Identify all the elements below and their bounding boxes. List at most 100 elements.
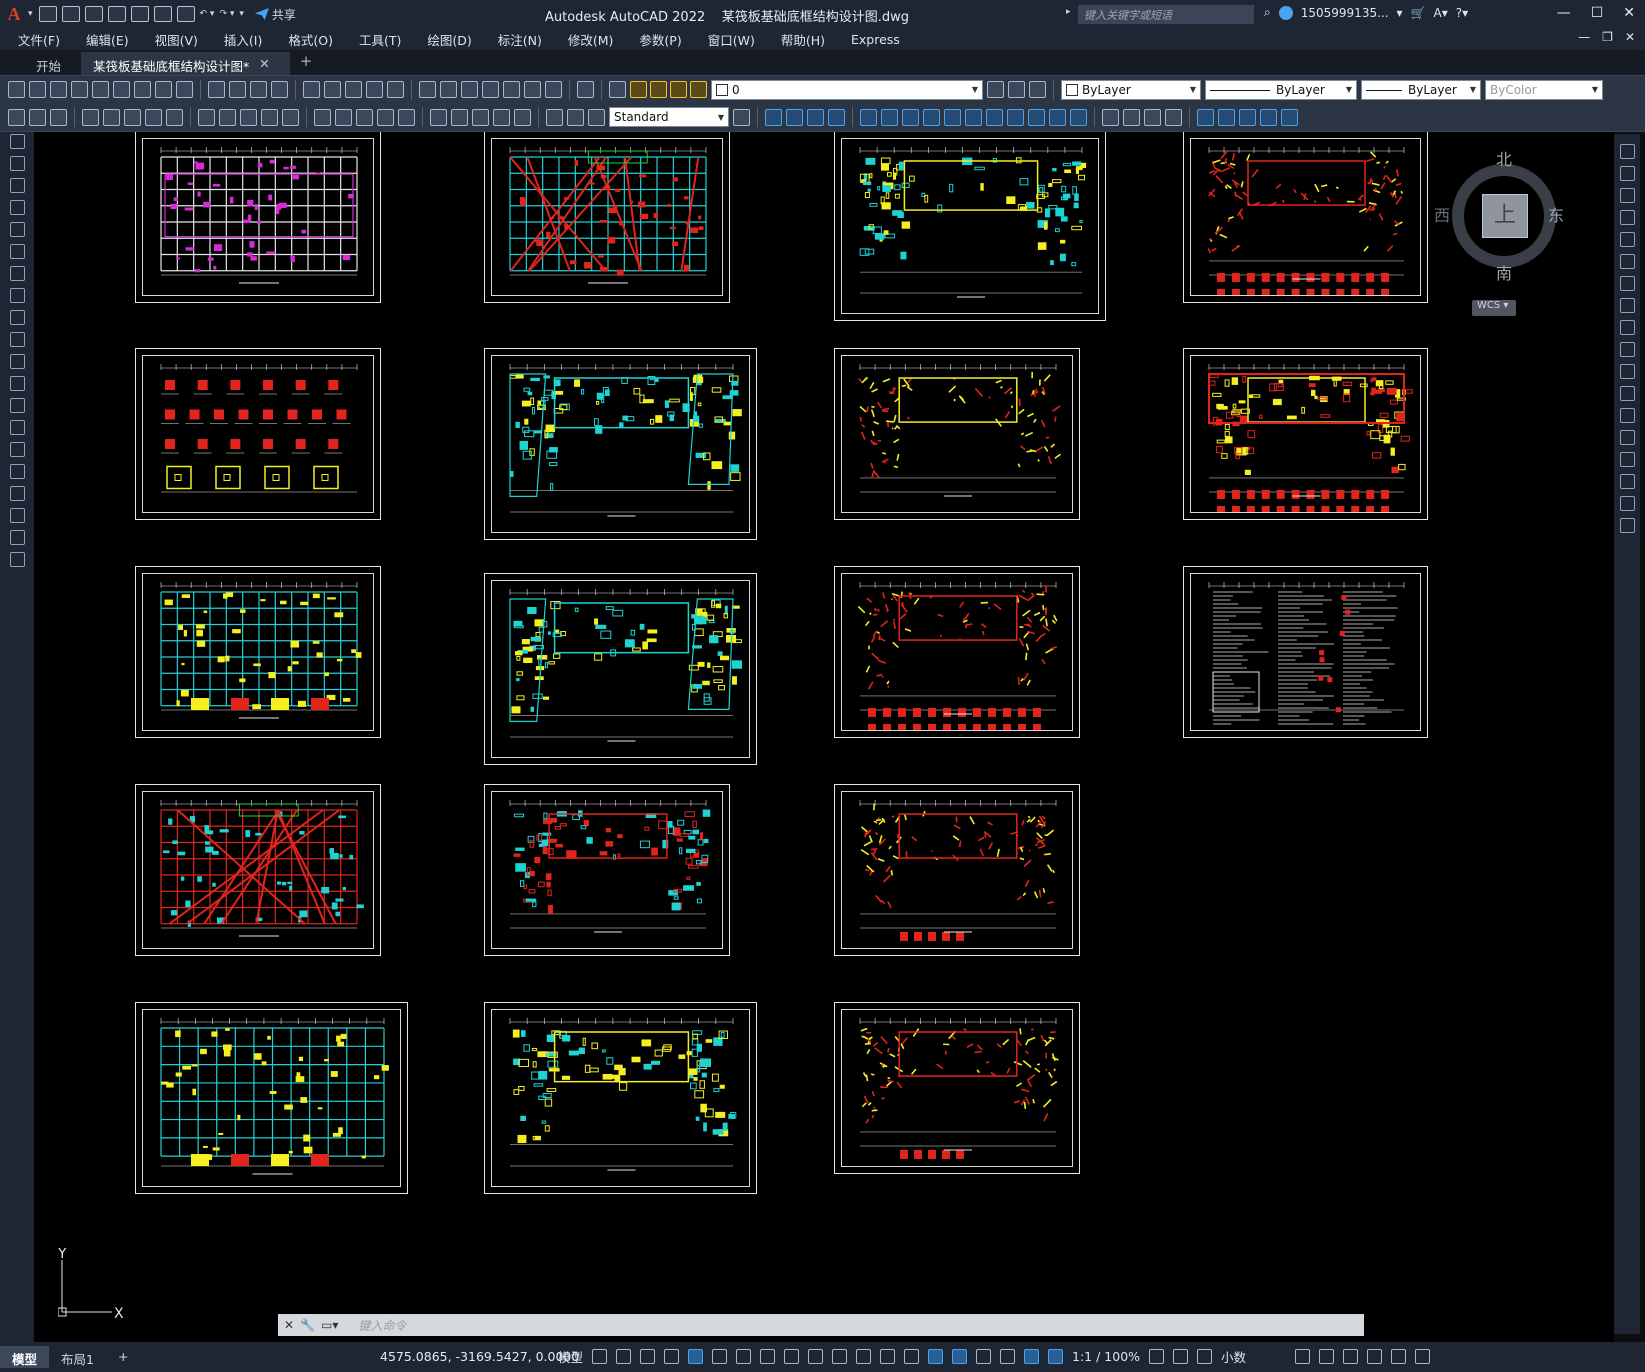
drawing-sheet-15[interactable] (834, 784, 1080, 956)
trim-icon[interactable] (1619, 342, 1635, 357)
ucs-tool-2-icon[interactable] (807, 108, 824, 126)
properties-tool-0-icon[interactable] (419, 81, 436, 98)
render-tool-1-icon[interactable] (1123, 108, 1140, 126)
drawing-area[interactable] (34, 132, 1614, 1342)
layer-state-3-icon[interactable] (690, 81, 707, 98)
dim-base-tool-2-icon[interactable] (356, 108, 373, 126)
standard-tool-8-icon[interactable] (176, 81, 193, 98)
menu-item-2[interactable]: 视图(V) (155, 30, 198, 49)
plotstyle-combo[interactable]: ByColor ▼ (1485, 79, 1603, 100)
properties-tool-2-icon[interactable] (461, 81, 478, 98)
search-icon[interactable]: ⌕ (1264, 5, 1271, 20)
erase-icon[interactable] (1619, 144, 1635, 159)
render-tool-2-icon[interactable] (1144, 108, 1161, 126)
plotstyle-combo-arrow-icon[interactable]: ▼ (1592, 85, 1598, 94)
arc-icon[interactable] (9, 178, 25, 193)
ortho-icon[interactable] (688, 1349, 704, 1364)
add-remove-icon[interactable] (1173, 1349, 1189, 1364)
infer-icon[interactable] (664, 1349, 680, 1364)
command-customize-icon[interactable]: 🔧 (300, 1318, 315, 1332)
blend-icon[interactable] (1619, 496, 1635, 511)
solid-tool-3-icon[interactable] (1260, 108, 1277, 126)
orbit-tool-5-icon[interactable] (965, 108, 982, 126)
isodraft-icon[interactable] (760, 1349, 776, 1364)
user-name[interactable]: 1505999135... (1301, 6, 1389, 20)
drawing-sheet-12[interactable] (1183, 566, 1428, 738)
dim-base-tool-1-icon[interactable] (335, 108, 352, 126)
help-tool-0-icon[interactable] (577, 81, 594, 98)
point-icon[interactable] (9, 420, 25, 435)
tolerance-tool-2-icon[interactable] (472, 108, 489, 126)
search-expand-icon[interactable]: ▸ (1066, 7, 1071, 17)
add-selected-icon[interactable] (9, 552, 25, 567)
orbit-tool-0-icon[interactable] (860, 108, 877, 126)
tab-start[interactable]: 开始 (8, 52, 81, 75)
save-as-icon[interactable] (107, 6, 126, 22)
drawing-sheet-14[interactable] (484, 784, 730, 956)
stretch-icon[interactable] (1619, 320, 1635, 335)
grid-icon[interactable] (592, 1349, 608, 1364)
dimension-tool-4-icon[interactable] (166, 108, 183, 126)
layer-tool-2-icon[interactable] (1029, 81, 1046, 98)
standard-tool-2-icon[interactable] (50, 81, 67, 98)
move-icon[interactable] (1619, 254, 1635, 269)
hatch-icon[interactable] (9, 442, 25, 457)
dim-base-tool-3-icon[interactable] (377, 108, 394, 126)
units-ic-icon[interactable] (1197, 1349, 1213, 1364)
lineweight-icon[interactable] (856, 1349, 872, 1364)
standard-tool-3-icon[interactable] (71, 81, 88, 98)
coordinates-readout[interactable]: 4575.0865, -3169.5427, 0.0000 (380, 1349, 579, 1364)
standard-tool-0-icon[interactable] (8, 81, 25, 98)
orbit-tool-3-icon[interactable] (923, 108, 940, 126)
drawing-sheet-9[interactable] (135, 566, 381, 738)
solid-tool-4-icon[interactable] (1281, 108, 1298, 126)
plot-icon[interactable] (176, 6, 195, 22)
fillet-icon[interactable] (1619, 474, 1635, 489)
properties-tool-1-icon[interactable] (440, 81, 457, 98)
orbit-tool-6-icon[interactable] (986, 108, 1003, 126)
drawing-sheet-7[interactable] (834, 348, 1080, 520)
offset-icon[interactable] (1619, 210, 1635, 225)
cart-icon[interactable]: 🛒 (1411, 6, 1426, 20)
break-at-point-icon[interactable] (1619, 386, 1635, 401)
save-icon[interactable] (84, 6, 103, 22)
edit-tool-1-icon[interactable] (229, 81, 246, 98)
dim-arc-tool-2-icon[interactable] (240, 108, 257, 126)
snap-menu-icon[interactable] (640, 1349, 656, 1364)
doc-restore-icon[interactable]: ❐ (1602, 30, 1613, 44)
gizmo-icon[interactable] (1000, 1349, 1016, 1364)
properties-tool-5-icon[interactable] (524, 81, 541, 98)
insert-block-icon[interactable] (9, 376, 25, 391)
chamfer-icon[interactable] (1619, 452, 1635, 467)
drawing-sheet-11[interactable] (834, 566, 1080, 738)
drawing-sheet-3[interactable] (834, 132, 1106, 321)
orbit-tool-2-icon[interactable] (902, 108, 919, 126)
undo-icon[interactable]: ↶ ▾ (200, 9, 215, 19)
edit-tool-2-icon[interactable] (250, 81, 267, 98)
break-icon[interactable] (1619, 408, 1635, 423)
rectangle-icon[interactable] (9, 222, 25, 237)
rotate-icon[interactable] (1619, 276, 1635, 291)
doc-minimize-icon[interactable]: — (1578, 30, 1590, 44)
tool-palette-2-icon[interactable] (50, 108, 67, 126)
dim-arc-tool-0-icon[interactable] (198, 108, 215, 126)
drawing-sheet-6[interactable] (484, 348, 757, 540)
orbit-tool-10-icon[interactable] (1070, 108, 1087, 126)
clean-screen-icon[interactable] (1391, 1349, 1407, 1364)
menu-item-9[interactable]: 参数(P) (639, 30, 681, 49)
dim-edit-tool-1-icon[interactable] (567, 108, 584, 126)
snap-icon[interactable] (616, 1349, 632, 1364)
solid-tool-1-icon[interactable] (1218, 108, 1235, 126)
polygon-icon[interactable] (9, 200, 25, 215)
osnap-menu-icon[interactable] (832, 1349, 848, 1364)
open-icon[interactable] (61, 6, 80, 22)
drawing-sheet-1[interactable] (135, 132, 381, 303)
maximize-icon[interactable]: ☐ (1591, 5, 1604, 21)
dimension-tool-1-icon[interactable] (103, 108, 120, 126)
dimension-tool-2-icon[interactable] (124, 108, 141, 126)
multiline-text-icon[interactable] (9, 530, 25, 545)
compass-east[interactable]: 东 (1548, 202, 1564, 226)
polyline-icon[interactable] (9, 156, 25, 171)
linetype-combo-arrow-icon[interactable]: ▼ (1346, 85, 1352, 94)
menu-item-7[interactable]: 标注(N) (498, 30, 542, 49)
